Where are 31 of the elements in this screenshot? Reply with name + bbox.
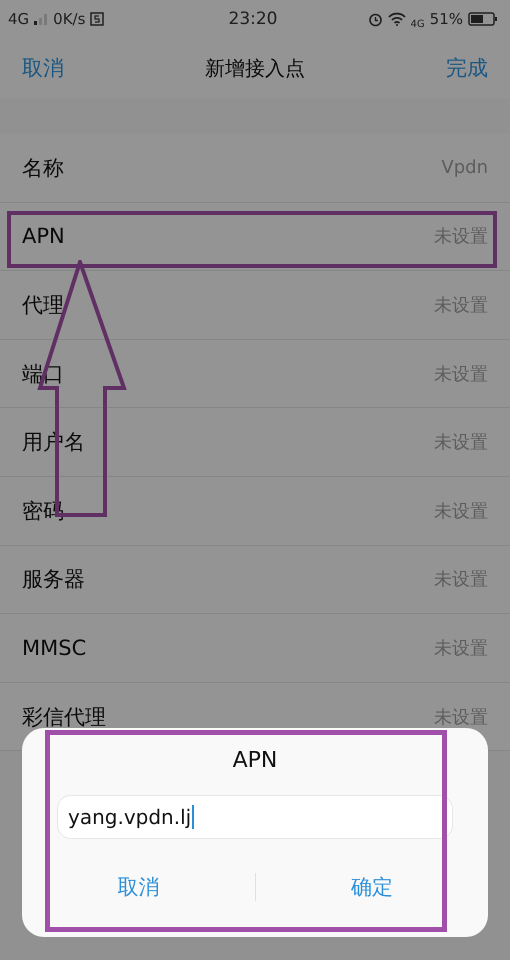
alarm-icon — [368, 12, 383, 26]
field-label: 代理 — [22, 292, 64, 319]
field-label: MMSC — [22, 636, 86, 660]
network-type: 4G — [8, 10, 30, 28]
field-value: 未设置 — [434, 225, 488, 248]
field-label: 名称 — [22, 154, 64, 182]
field-value: 未设置 — [434, 568, 488, 592]
field-value: 未设置 — [434, 294, 488, 317]
battery-percent: 51% — [430, 10, 463, 28]
dialog-button[interactable]: 取消 — [22, 865, 254, 909]
battery-icon — [468, 12, 498, 26]
field-value: 未设置 — [434, 500, 488, 523]
sim-icon — [90, 12, 104, 26]
settings-row[interactable]: APN 未设置 — [0, 202, 510, 272]
field-label: 彩信代理 — [22, 704, 106, 731]
field-label: 服务器 — [22, 566, 85, 594]
field-value: 未设置 — [434, 636, 488, 660]
field-value: 未设置 — [434, 362, 488, 386]
page-title: 新增接入点 — [205, 54, 305, 82]
signal-icon — [34, 13, 48, 25]
wifi-icon — [388, 12, 406, 26]
field-label: APN — [22, 224, 65, 248]
settings-row[interactable]: 服务器 未设置 — [0, 546, 510, 614]
input-field[interactable]: yang.vpdn.lj — [57, 795, 453, 839]
field-value: Vpdn — [441, 157, 488, 178]
field-value: 未设置 — [434, 431, 488, 454]
data-type: 4G — [410, 18, 425, 30]
dialog-button[interactable]: 确定 — [256, 865, 488, 909]
clock: 23:20 — [228, 9, 278, 29]
field-value: 未设置 — [434, 706, 488, 729]
network-speed: 0K/s — [53, 10, 86, 28]
